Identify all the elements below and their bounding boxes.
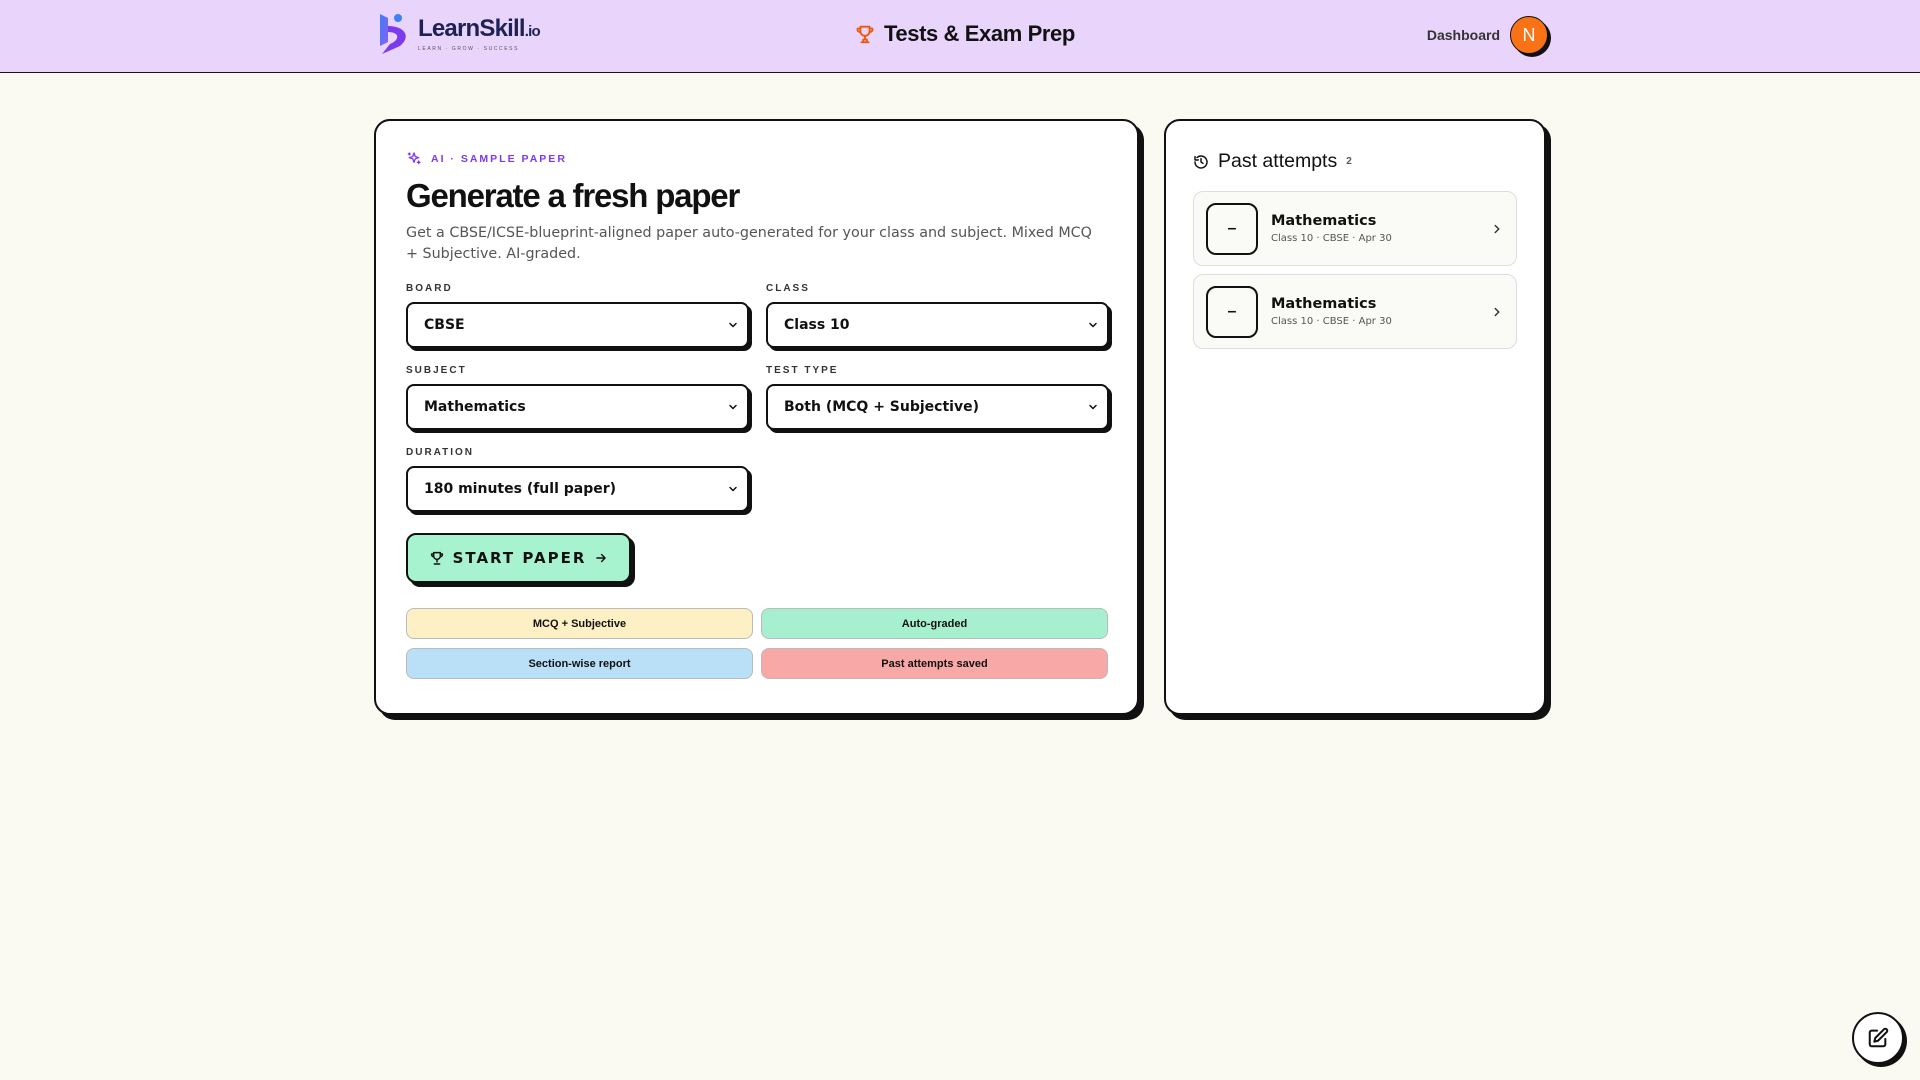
page-title: Tests & Exam Prep bbox=[854, 21, 1075, 47]
board-label: BOARD bbox=[406, 283, 453, 294]
test-type-select[interactable]: Both (MCQ + Subjective) bbox=[766, 384, 1109, 430]
generator-title: Generate a fresh paper bbox=[406, 177, 740, 214]
trophy-icon bbox=[430, 551, 443, 565]
feature-chips: MCQ + Subjective Auto-graded Section-wis… bbox=[406, 608, 1108, 679]
chevron-right-icon bbox=[1494, 224, 1500, 233]
chevron-down-icon bbox=[1089, 404, 1097, 410]
chevron-down-icon bbox=[1089, 322, 1097, 328]
class-value: Class 10 bbox=[784, 317, 850, 333]
generate-paper-card: AI · SAMPLE PAPER Generate a fresh paper… bbox=[374, 119, 1139, 715]
board-select[interactable]: CBSE bbox=[406, 302, 749, 348]
generator-description: Get a CBSE/ICSE-blueprint-aligned paper … bbox=[406, 225, 1092, 262]
subject-label: SUBJECT bbox=[406, 365, 467, 376]
trophy-icon bbox=[856, 25, 874, 44]
class-field: CLASS Class 10 bbox=[766, 283, 1109, 348]
subject-value: Mathematics bbox=[424, 399, 526, 415]
avatar[interactable]: N bbox=[1510, 16, 1548, 54]
avatar-initial: N bbox=[1522, 24, 1536, 45]
attempt-meta: Class 10 · CBSE · Apr 30 bbox=[1271, 233, 1392, 244]
edit-fab-button[interactable] bbox=[1852, 1012, 1904, 1064]
test-type-label: TEST TYPE bbox=[766, 365, 839, 376]
logo-word: LearnSkill.io bbox=[418, 15, 541, 42]
chevron-down-icon bbox=[729, 486, 737, 492]
duration-value: 180 minutes (full paper) bbox=[424, 481, 617, 497]
class-label: CLASS bbox=[766, 283, 810, 294]
logo[interactable]: LearnSkill.io LEARN · GROW · SUCCESS bbox=[376, 12, 541, 56]
attempt-subject: Mathematics bbox=[1271, 296, 1377, 312]
past-attempts-title: Past attempts bbox=[1218, 150, 1338, 172]
past-attempts-header: Past attempts 2 bbox=[1193, 150, 1517, 173]
sparkles-icon bbox=[407, 152, 421, 165]
attempt-meta: Class 10 · CBSE · Apr 30 bbox=[1271, 316, 1392, 327]
duration-select[interactable]: 180 minutes (full paper) bbox=[406, 466, 749, 512]
board-field: BOARD CBSE bbox=[406, 283, 749, 348]
attempt-item[interactable]: – Mathematics Class 10 · CBSE · Apr 30 bbox=[1193, 191, 1517, 266]
duration-field: DURATION 180 minutes (full paper) bbox=[406, 447, 749, 512]
attempt-score: – bbox=[1206, 285, 1258, 338]
eyebrow: AI · SAMPLE PAPER bbox=[406, 151, 1107, 167]
subject-field: SUBJECT Mathematics bbox=[406, 365, 749, 430]
test-type-field: TEST TYPE Both (MCQ + Subjective) bbox=[766, 365, 1109, 430]
chevron-down-icon bbox=[729, 404, 737, 410]
subject-select[interactable]: Mathematics bbox=[406, 384, 749, 430]
edit-icon bbox=[1868, 1027, 1889, 1048]
start-paper-label: START PAPER bbox=[452, 549, 587, 567]
feature-chip: Section-wise report bbox=[406, 648, 753, 679]
logo-tagline: LEARN · GROW · SUCCESS bbox=[418, 46, 520, 52]
past-attempts-card: Past attempts 2 – Mathematics Class 10 ·… bbox=[1164, 119, 1546, 715]
attempt-subject: Mathematics bbox=[1271, 213, 1377, 229]
start-paper-button[interactable]: START PAPER bbox=[406, 533, 631, 583]
attempt-score: – bbox=[1206, 202, 1258, 255]
chevron-right-icon bbox=[1494, 307, 1500, 316]
feature-chip: Auto-graded bbox=[761, 608, 1108, 639]
top-navbar: LearnSkill.io LEARN · GROW · SUCCESS Tes… bbox=[0, 0, 1920, 73]
attempt-item[interactable]: – Mathematics Class 10 · CBSE · Apr 30 bbox=[1193, 274, 1517, 349]
class-select[interactable]: Class 10 bbox=[766, 302, 1109, 348]
feature-chip: MCQ + Subjective bbox=[406, 608, 753, 639]
chevron-down-icon bbox=[729, 322, 737, 328]
test-type-value: Both (MCQ + Subjective) bbox=[784, 399, 979, 415]
arrow-right-icon bbox=[596, 553, 607, 563]
eyebrow-label: AI · SAMPLE PAPER bbox=[431, 153, 567, 165]
history-icon bbox=[1194, 154, 1208, 169]
feature-chip: Past attempts saved bbox=[761, 648, 1108, 679]
duration-label: DURATION bbox=[406, 447, 475, 458]
page-title-text: Tests & Exam Prep bbox=[884, 21, 1075, 46]
logo-icon bbox=[380, 14, 406, 54]
board-value: CBSE bbox=[424, 317, 465, 333]
dashboard-link[interactable]: Dashboard bbox=[1427, 27, 1500, 43]
past-attempts-count: 2 bbox=[1346, 156, 1352, 167]
